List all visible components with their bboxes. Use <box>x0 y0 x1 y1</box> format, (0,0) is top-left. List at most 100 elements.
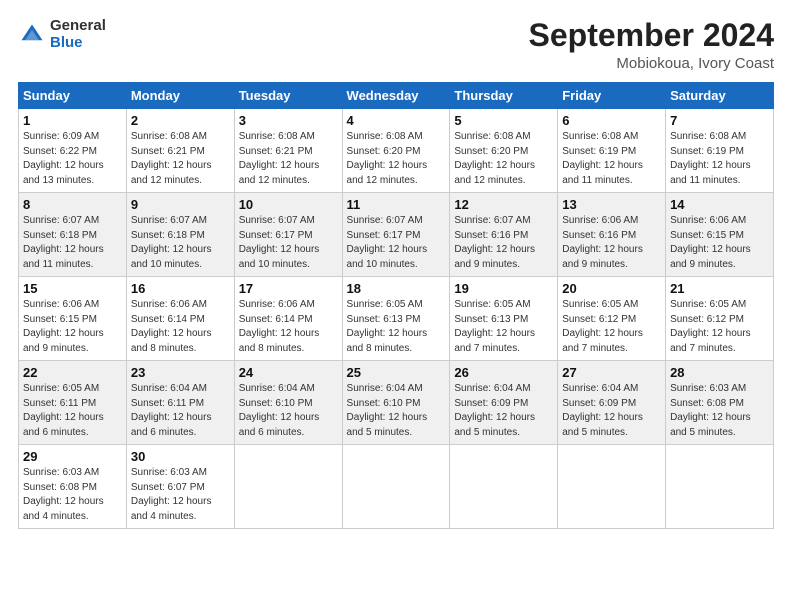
calendar-cell: 18 Sunrise: 6:05 AM Sunset: 6:13 PM Dayli… <box>342 277 450 361</box>
day-info: Sunrise: 6:04 AM Sunset: 6:11 PM Dayligh… <box>131 382 230 440</box>
day-info: Sunrise: 6:05 AM Sunset: 6:13 PM Dayligh… <box>454 298 553 356</box>
day-number: 20 <box>562 281 661 296</box>
day-number: 2 <box>131 113 230 128</box>
col-tuesday: Tuesday <box>234 83 342 109</box>
month-title: September 2024 <box>529 18 774 53</box>
calendar-cell <box>342 445 450 529</box>
col-saturday: Saturday <box>666 83 774 109</box>
day-info: Sunrise: 6:08 AM Sunset: 6:20 PM Dayligh… <box>347 130 446 188</box>
calendar-cell: 13Sunrise: 6:06 AM Sunset: 6:16 PM Dayli… <box>558 193 666 277</box>
calendar-cell: 24 Sunrise: 6:04 AM Sunset: 6:10 PM Dayli… <box>234 361 342 445</box>
calendar-cell: 10 Sunrise: 6:07 AM Sunset: 6:17 PM Dayli… <box>234 193 342 277</box>
page: General Blue September 2024 Mobiokoua, I… <box>0 0 792 539</box>
title-block: September 2024 Mobiokoua, Ivory Coast <box>529 18 774 72</box>
day-info: Sunrise: 6:07 AM Sunset: 6:18 PM Dayligh… <box>23 214 122 272</box>
day-number: 21 <box>670 281 769 296</box>
calendar-table: Sunday Monday Tuesday Wednesday Thursday… <box>18 82 774 529</box>
calendar-cell <box>558 445 666 529</box>
day-number: 14 <box>670 197 769 212</box>
calendar-cell: 26 Sunrise: 6:04 AM Sunset: 6:09 PM Dayli… <box>450 361 558 445</box>
calendar-cell: 5 Sunrise: 6:08 AM Sunset: 6:20 PM Daylig… <box>450 109 558 193</box>
day-info: Sunrise: 6:04 AM Sunset: 6:10 PM Dayligh… <box>239 382 338 440</box>
calendar-cell: 4 Sunrise: 6:08 AM Sunset: 6:20 PM Daylig… <box>342 109 450 193</box>
day-number: 18 <box>347 281 446 296</box>
day-number: 25 <box>347 365 446 380</box>
day-info: Sunrise: 6:04 AM Sunset: 6:10 PM Dayligh… <box>347 382 446 440</box>
calendar-cell: 7 Sunrise: 6:08 AM Sunset: 6:19 PM Daylig… <box>666 109 774 193</box>
calendar-cell: 28 Sunrise: 6:03 AM Sunset: 6:08 PM Dayli… <box>666 361 774 445</box>
day-number: 4 <box>347 113 446 128</box>
day-number: 16 <box>131 281 230 296</box>
calendar-week-1: 1Sunrise: 6:09 AM Sunset: 6:22 PM Daylig… <box>19 109 774 193</box>
day-info: Sunrise: 6:07 AM Sunset: 6:17 PM Dayligh… <box>347 214 446 272</box>
day-info: Sunrise: 6:08 AM Sunset: 6:20 PM Dayligh… <box>454 130 553 188</box>
day-info: Sunrise: 6:07 AM Sunset: 6:17 PM Dayligh… <box>239 214 338 272</box>
day-number: 1 <box>23 113 122 128</box>
col-sunday: Sunday <box>19 83 127 109</box>
calendar-cell: 6Sunrise: 6:08 AM Sunset: 6:19 PM Daylig… <box>558 109 666 193</box>
calendar-cell <box>234 445 342 529</box>
day-number: 11 <box>347 197 446 212</box>
col-friday: Friday <box>558 83 666 109</box>
day-number: 29 <box>23 449 122 464</box>
calendar-cell: 27Sunrise: 6:04 AM Sunset: 6:09 PM Dayli… <box>558 361 666 445</box>
day-number: 15 <box>23 281 122 296</box>
day-number: 27 <box>562 365 661 380</box>
calendar-cell: 9 Sunrise: 6:07 AM Sunset: 6:18 PM Daylig… <box>126 193 234 277</box>
calendar-cell: 30Sunrise: 6:03 AM Sunset: 6:07 PM Dayli… <box>126 445 234 529</box>
day-info: Sunrise: 6:07 AM Sunset: 6:16 PM Dayligh… <box>454 214 553 272</box>
day-number: 23 <box>131 365 230 380</box>
calendar-cell: 11 Sunrise: 6:07 AM Sunset: 6:17 PM Dayli… <box>342 193 450 277</box>
day-info: Sunrise: 6:05 AM Sunset: 6:13 PM Dayligh… <box>347 298 446 356</box>
day-info: Sunrise: 6:05 AM Sunset: 6:12 PM Dayligh… <box>670 298 769 356</box>
header-row: Sunday Monday Tuesday Wednesday Thursday… <box>19 83 774 109</box>
day-number: 13 <box>562 197 661 212</box>
calendar-cell: 25 Sunrise: 6:04 AM Sunset: 6:10 PM Dayli… <box>342 361 450 445</box>
day-number: 9 <box>131 197 230 212</box>
logo: General Blue <box>18 18 106 51</box>
day-number: 28 <box>670 365 769 380</box>
calendar-cell <box>666 445 774 529</box>
day-info: Sunrise: 6:06 AM Sunset: 6:14 PM Dayligh… <box>239 298 338 356</box>
day-info: Sunrise: 6:06 AM Sunset: 6:14 PM Dayligh… <box>131 298 230 356</box>
calendar-week-2: 8 Sunrise: 6:07 AM Sunset: 6:18 PM Daylig… <box>19 193 774 277</box>
day-info: Sunrise: 6:08 AM Sunset: 6:19 PM Dayligh… <box>562 130 661 188</box>
day-info: Sunrise: 6:05 AM Sunset: 6:11 PM Dayligh… <box>23 382 122 440</box>
calendar-cell: 14 Sunrise: 6:06 AM Sunset: 6:15 PM Dayli… <box>666 193 774 277</box>
calendar-cell: 23 Sunrise: 6:04 AM Sunset: 6:11 PM Dayli… <box>126 361 234 445</box>
calendar-week-5: 29Sunrise: 6:03 AM Sunset: 6:08 PM Dayli… <box>19 445 774 529</box>
calendar-cell: 29Sunrise: 6:03 AM Sunset: 6:08 PM Dayli… <box>19 445 127 529</box>
logo-blue: Blue <box>50 34 83 51</box>
logo-icon <box>18 21 46 49</box>
location: Mobiokoua, Ivory Coast <box>529 55 774 72</box>
day-info: Sunrise: 6:03 AM Sunset: 6:08 PM Dayligh… <box>670 382 769 440</box>
day-info: Sunrise: 6:05 AM Sunset: 6:12 PM Dayligh… <box>562 298 661 356</box>
calendar-cell: 15Sunrise: 6:06 AM Sunset: 6:15 PM Dayli… <box>19 277 127 361</box>
day-number: 12 <box>454 197 553 212</box>
calendar-cell: 2 Sunrise: 6:08 AM Sunset: 6:21 PM Daylig… <box>126 109 234 193</box>
day-info: Sunrise: 6:04 AM Sunset: 6:09 PM Dayligh… <box>454 382 553 440</box>
day-info: Sunrise: 6:07 AM Sunset: 6:18 PM Dayligh… <box>131 214 230 272</box>
day-number: 22 <box>23 365 122 380</box>
calendar-cell: 12 Sunrise: 6:07 AM Sunset: 6:16 PM Dayli… <box>450 193 558 277</box>
day-number: 10 <box>239 197 338 212</box>
day-info: Sunrise: 6:06 AM Sunset: 6:15 PM Dayligh… <box>670 214 769 272</box>
day-info: Sunrise: 6:08 AM Sunset: 6:19 PM Dayligh… <box>670 130 769 188</box>
day-number: 24 <box>239 365 338 380</box>
day-info: Sunrise: 6:08 AM Sunset: 6:21 PM Dayligh… <box>131 130 230 188</box>
day-number: 17 <box>239 281 338 296</box>
day-number: 7 <box>670 113 769 128</box>
calendar-cell: 3Sunrise: 6:08 AM Sunset: 6:21 PM Daylig… <box>234 109 342 193</box>
day-number: 3 <box>239 113 338 128</box>
day-number: 5 <box>454 113 553 128</box>
calendar-cell: 20 Sunrise: 6:05 AM Sunset: 6:12 PM Dayli… <box>558 277 666 361</box>
header: General Blue September 2024 Mobiokoua, I… <box>18 18 774 72</box>
col-wednesday: Wednesday <box>342 83 450 109</box>
day-info: Sunrise: 6:03 AM Sunset: 6:07 PM Dayligh… <box>131 466 230 524</box>
day-number: 26 <box>454 365 553 380</box>
calendar-cell: 22 Sunrise: 6:05 AM Sunset: 6:11 PM Dayli… <box>19 361 127 445</box>
calendar-cell: 1Sunrise: 6:09 AM Sunset: 6:22 PM Daylig… <box>19 109 127 193</box>
day-number: 8 <box>23 197 122 212</box>
col-thursday: Thursday <box>450 83 558 109</box>
calendar-week-4: 22 Sunrise: 6:05 AM Sunset: 6:11 PM Dayli… <box>19 361 774 445</box>
